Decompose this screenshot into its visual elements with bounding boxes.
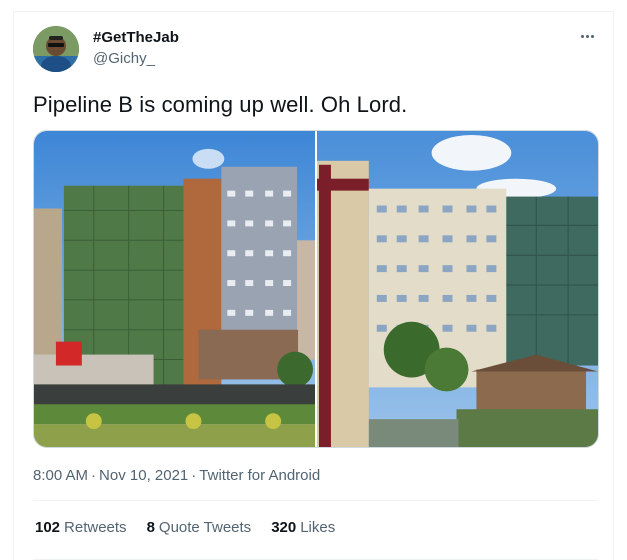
quote-tweets-stat[interactable]: 8 Quote Tweets bbox=[147, 519, 252, 536]
construction-site-photo-1[interactable] bbox=[34, 131, 315, 447]
separator-dot: · bbox=[91, 467, 97, 484]
likes-stat[interactable]: 320 Likes bbox=[271, 519, 335, 536]
retweets-count: 102 bbox=[35, 519, 61, 536]
engagement-stats: 102 Retweets 8 Quote Tweets 320 Likes bbox=[35, 519, 335, 536]
likes-label: Likes bbox=[300, 519, 336, 536]
quote-tweets-count: 8 bbox=[146, 519, 155, 536]
retweets-label: Retweets bbox=[64, 519, 127, 536]
tweet-date[interactable]: Nov 10, 2021 bbox=[99, 467, 188, 484]
likes-count: 320 bbox=[271, 519, 297, 536]
avatar[interactable] bbox=[33, 26, 79, 72]
display-name[interactable]: #GetTheJab bbox=[93, 29, 179, 46]
tweet-card: #GetTheJab @Gichy_ Pipeline B is coming … bbox=[13, 11, 614, 560]
divider bbox=[33, 500, 598, 501]
tweet-meta: 8:00 AM · Nov 10, 2021 · Twitter for Android bbox=[33, 467, 320, 484]
ellipsis-icon[interactable] bbox=[576, 28, 598, 44]
construction-site-photo-2[interactable] bbox=[317, 131, 598, 447]
retweets-stat[interactable]: 102 Retweets bbox=[35, 519, 127, 536]
handle[interactable]: @Gichy_ bbox=[93, 50, 155, 67]
tweet-source[interactable]: Twitter for Android bbox=[199, 467, 320, 484]
media-grid bbox=[33, 130, 599, 448]
tweet-time[interactable]: 8:00 AM bbox=[33, 467, 88, 484]
tweet-text: Pipeline B is coming up well. Oh Lord. bbox=[33, 92, 408, 117]
quote-tweets-label: Quote Tweets bbox=[158, 519, 252, 536]
separator-dot: · bbox=[191, 467, 197, 484]
